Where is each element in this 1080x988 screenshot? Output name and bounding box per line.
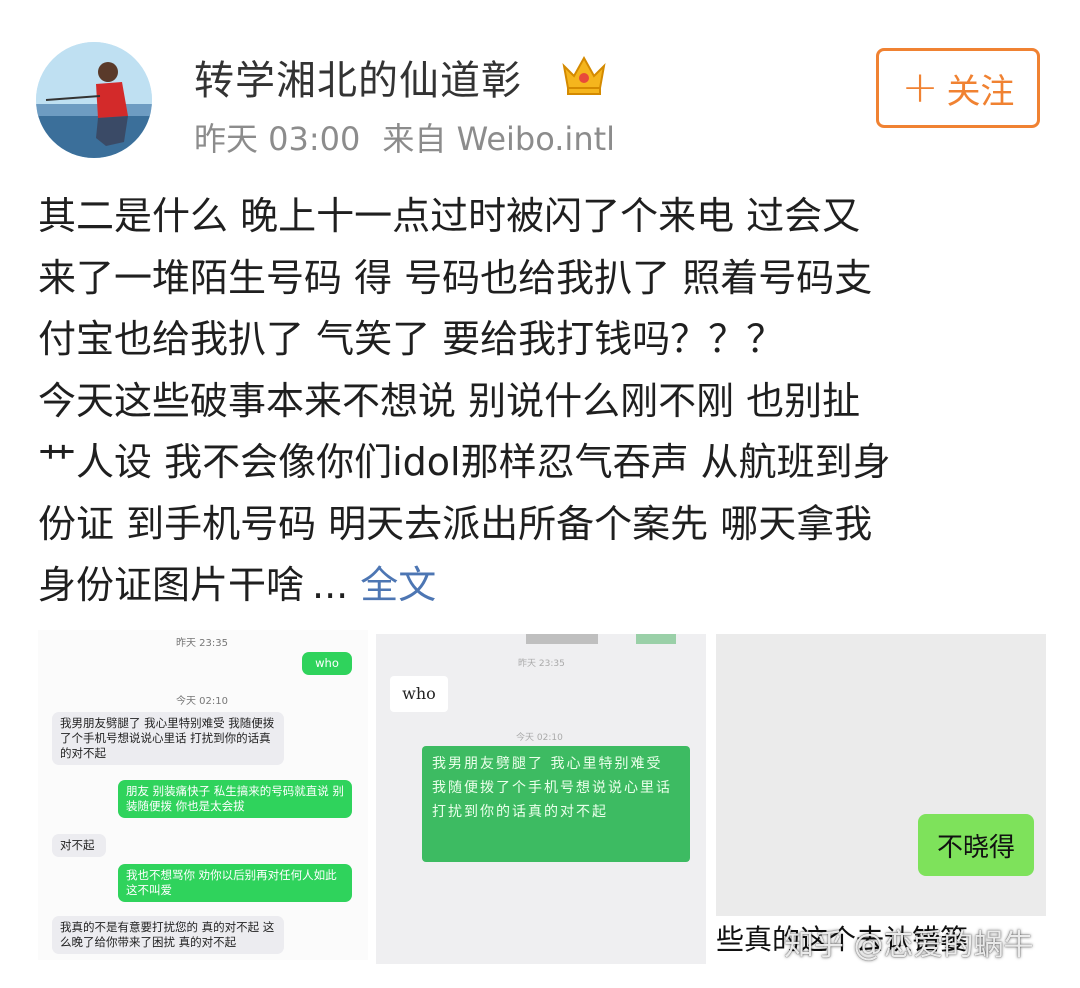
post-last-line: 身份证图片干啥... 全文 (38, 555, 1048, 617)
follow-button[interactable]: + 关注 (876, 48, 1040, 128)
post-meta: 昨天 03:00 来自 Weibo.intl (194, 114, 615, 160)
chat-bubble-sent: who (302, 652, 352, 675)
crown-icon (560, 52, 608, 96)
post-line: 份证 到手机号码 明天去派出所备个案先 哪天拿我 (38, 501, 873, 546)
chat-bubble-sent: 我也不想骂你 劝你以后别再对任何人如此 这不叫爱 (118, 864, 352, 902)
post-line: 今天这些破事本来不想说 别说什么刚不刚 也别扯 (38, 378, 861, 423)
post-image-3[interactable]: 不晓得 些真的这个去认错篓 (716, 634, 1046, 964)
post-line: 身份证图片干啥 (38, 563, 305, 607)
post-source: 来自 Weibo.intl (382, 120, 616, 158)
chat-bubble-sent: 朋友 别装痛快子 私生搞来的号码就直说 别装随便拨 你也是太会拔 (118, 780, 352, 818)
follow-label: 关注 (946, 71, 1015, 112)
chat-bubble-sent: 我男朋友劈腿了 我心里特别难受 我随便拨了个手机号想说说心里话 打扰到你的话真的… (422, 746, 690, 862)
chat-bubble-received: 对不起 (52, 834, 106, 857)
username[interactable]: 转学湘北的仙道彰 (194, 48, 522, 106)
post-body: 其二是什么 晚上十一点过时被闪了个来电 过会又 来了一堆陌生号码 得 号码也给我… (38, 186, 1048, 617)
chat-timestamp: 今天 02:10 (516, 733, 563, 743)
chat-timestamp: 今天 02:10 (176, 696, 228, 707)
avatar[interactable] (36, 42, 152, 158)
post-image-1[interactable]: 昨天 23:35 who 今天 02:10 我男朋友劈腿了 我心里特别难受 我随… (38, 630, 368, 960)
post-line: 艹人设 我不会像你们idol那样忍气吞声 从航班到身 (38, 440, 891, 484)
chat-bubble-received: 我真的不是有意要打扰您的 真的对不起 这么晚了给你带来了困扰 真的对不起 (52, 916, 284, 954)
chat-bubble-sent: 不晓得 (918, 814, 1034, 876)
chat-timestamp: 昨天 23:35 (176, 638, 228, 649)
post-line: 其二是什么 晚上十一点过时被闪了个来电 过会又 (38, 194, 861, 238)
chat-bubble-received: who (390, 676, 448, 712)
post-line: 来了一堆陌生号码 得 号码也给我扒了 照着号码支 (38, 255, 873, 300)
post-time: 昨天 03:00 (194, 120, 361, 158)
watermark: 知乎 @恋爱的蜗牛 (784, 928, 1034, 963)
fulltext-link[interactable]: 全文 (360, 563, 436, 607)
status-bar-block (636, 634, 676, 644)
avatar-image (36, 42, 152, 158)
post-line: 付宝也给我扒了 气笑了 要给我打钱吗？？？ (38, 317, 785, 361)
status-bar-block (526, 634, 598, 644)
chat-bubble-received: 我男朋友劈腿了 我心里特别难受 我随便拨了个手机号想说说心里话 打扰到你的话真的… (52, 712, 284, 765)
ellipsis: ... (312, 563, 349, 607)
post-image-2[interactable]: 昨天 23:35 who 今天 02:10 我男朋友劈腿了 我心里特别难受 我随… (376, 634, 706, 964)
plus-icon: + (901, 62, 939, 113)
chat-timestamp: 昨天 23:35 (518, 659, 565, 669)
